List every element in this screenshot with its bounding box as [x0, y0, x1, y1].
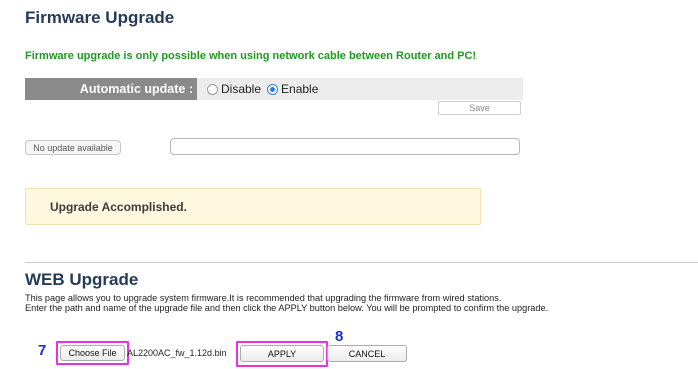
step-number-apply: 8 [335, 328, 344, 345]
disable-radio-icon[interactable] [207, 83, 218, 95]
automatic-update-options: Disable Enable [197, 78, 523, 100]
section-divider [25, 262, 698, 263]
automatic-update-row: Automatic update : Disable Enable [25, 78, 523, 100]
save-button[interactable]: Save [438, 101, 521, 115]
apply-button[interactable]: APPLY [240, 345, 324, 362]
firmware-status-field[interactable] [170, 138, 520, 155]
enable-radio-label: Enable [281, 82, 319, 96]
disable-radio-option[interactable]: Disable [207, 82, 261, 96]
web-upgrade-title: WEB Upgrade [25, 270, 139, 289]
enable-radio-option[interactable]: Enable [267, 82, 318, 96]
choose-file-button[interactable]: Choose File [60, 345, 125, 361]
cancel-button[interactable]: CANCEL [327, 345, 407, 362]
firmware-upgrade-title: Firmware Upgrade [25, 8, 175, 27]
disable-radio-label: Disable [221, 82, 262, 96]
upgrade-success-message: Upgrade Accomplished. [50, 199, 187, 214]
network-cable-notice: Firmware upgrade is only possible when u… [25, 50, 477, 62]
automatic-update-label: Automatic update : [79, 82, 193, 96]
web-upgrade-description-line1: This page allows you to upgrade system f… [25, 293, 502, 303]
web-upgrade-description-line2: Enter the path and name of the upgrade f… [25, 303, 549, 313]
no-update-available-button[interactable]: No update available [25, 140, 121, 155]
step-number-choose-file: 7 [38, 342, 47, 359]
enable-radio-icon[interactable] [267, 83, 279, 95]
upgrade-success-banner: Upgrade Accomplished. [25, 188, 481, 225]
selected-file-name: AL2200AC_fw_1.12d.bin [127, 348, 227, 358]
